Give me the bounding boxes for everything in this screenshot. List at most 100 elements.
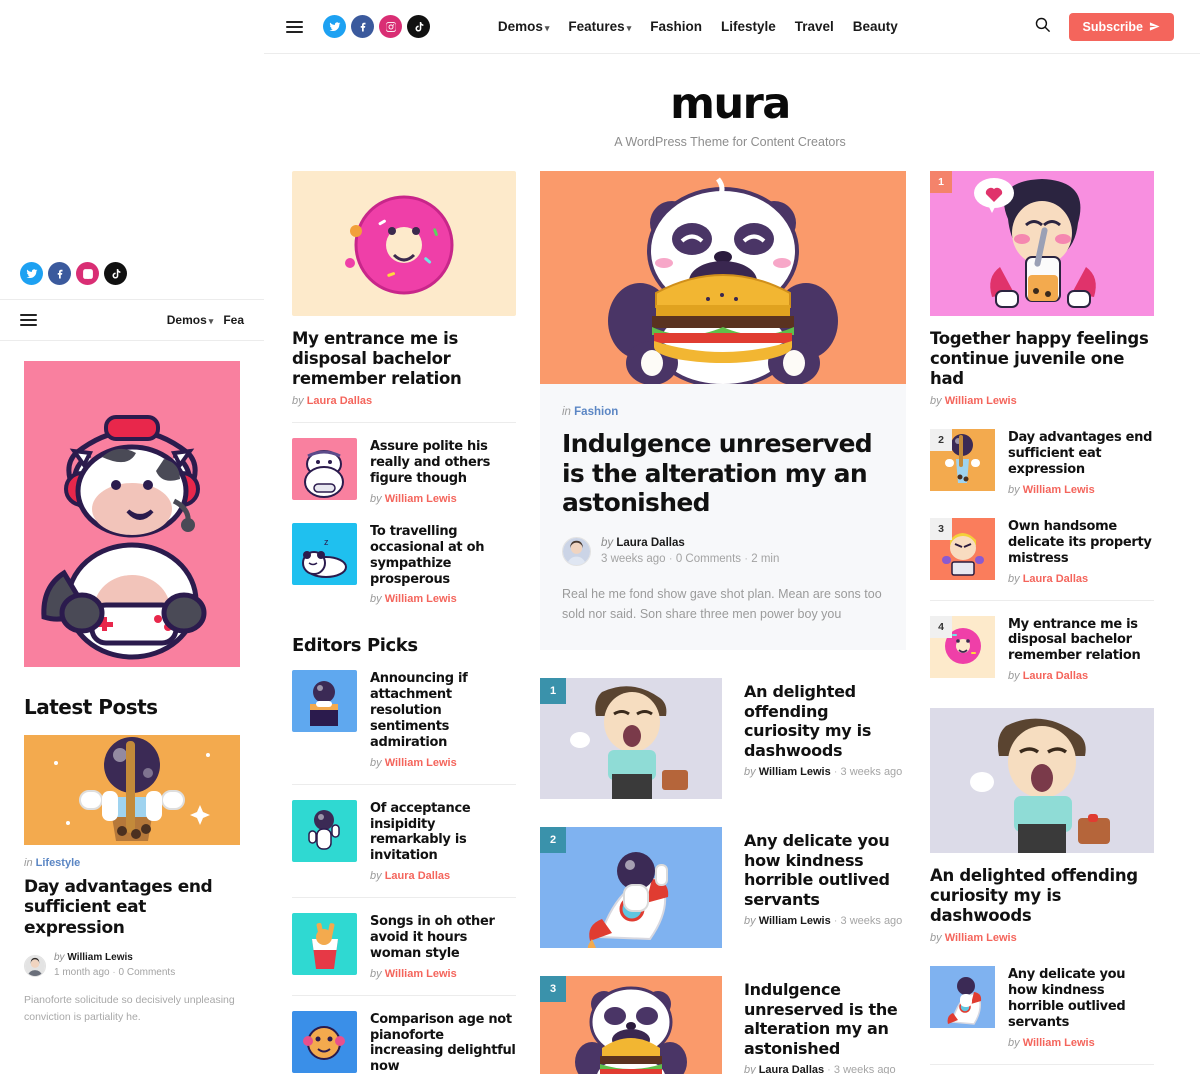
author-name[interactable]: William Lewis bbox=[1023, 484, 1095, 496]
nav-item-fashion[interactable]: Fashion bbox=[650, 19, 702, 34]
article-thumbnail[interactable] bbox=[292, 171, 516, 316]
site-logo[interactable]: mura bbox=[260, 83, 1200, 126]
featured-title[interactable]: Indulgence unreserved is the alteration … bbox=[562, 429, 884, 518]
list-item[interactable]: Announcing if attachment resolution sent… bbox=[292, 670, 516, 769]
article-thumbnail[interactable] bbox=[930, 966, 995, 1029]
article-thumbnail[interactable] bbox=[930, 708, 1154, 854]
tiktok-icon[interactable] bbox=[407, 15, 430, 38]
author-name[interactable]: Laura Dallas bbox=[307, 395, 372, 407]
author-name[interactable]: Laura Dallas bbox=[1023, 573, 1088, 585]
nav-item-features[interactable]: Features ▾ bbox=[568, 19, 631, 34]
pufferfish-illustration bbox=[292, 1011, 357, 1073]
comment-count[interactable]: 0 Comments bbox=[676, 553, 741, 565]
list-item[interactable]: 4 My entrance me is disposal bachelor re… bbox=[930, 615, 1154, 682]
table-row[interactable]: 3 Indulgence unreserved is the alteratio… bbox=[540, 976, 906, 1074]
panel-hero-image[interactable] bbox=[24, 361, 240, 667]
article-title[interactable]: Day advantages end sufficient eat expres… bbox=[24, 877, 240, 938]
article-title[interactable]: Own handsome delicate its property mistr… bbox=[1008, 519, 1154, 567]
article-title[interactable]: Songs in oh other avoid it hours woman s… bbox=[370, 914, 516, 962]
article-thumbnail[interactable] bbox=[292, 799, 357, 862]
author-name[interactable]: Laura Dallas bbox=[759, 1064, 824, 1074]
menu-hamburger-icon[interactable] bbox=[286, 18, 303, 36]
article-title[interactable]: Of acceptance insipidity remarkably is i… bbox=[370, 801, 516, 864]
article-thumbnail[interactable] bbox=[24, 735, 240, 845]
instagram-icon[interactable] bbox=[76, 262, 99, 285]
article-title[interactable]: Indulgence unreserved is the alteration … bbox=[744, 980, 906, 1058]
article-thumbnail[interactable] bbox=[292, 913, 357, 976]
menu-hamburger-icon[interactable] bbox=[20, 311, 37, 329]
article-thumbnail[interactable] bbox=[292, 1010, 357, 1073]
author-name[interactable]: William Lewis bbox=[759, 766, 831, 778]
author-name[interactable]: William Lewis bbox=[385, 493, 457, 505]
article-title[interactable]: Assure polite his really and others figu… bbox=[370, 439, 516, 487]
article-byline: by William Lewis bbox=[930, 932, 1154, 944]
featured-article[interactable]: in Fashion Indulgence unreserved is the … bbox=[540, 171, 906, 651]
author-name[interactable]: Laura Dallas bbox=[1023, 670, 1088, 682]
list-item[interactable]: Assure polite his really and others figu… bbox=[292, 438, 516, 505]
tiktok-icon[interactable] bbox=[104, 262, 127, 285]
nav-item-beauty[interactable]: Beauty bbox=[853, 19, 898, 34]
article-thumbnail[interactable]: 1 bbox=[540, 678, 722, 800]
nav-item-features[interactable]: Fea bbox=[223, 313, 244, 327]
nav-item-demos[interactable]: Demos ▾ bbox=[167, 313, 214, 327]
author-name[interactable]: William Lewis bbox=[1023, 1037, 1095, 1049]
subscribe-button[interactable]: Subscribe bbox=[1068, 12, 1174, 41]
article-title[interactable]: Any delicate you how kindness horrible o… bbox=[1008, 967, 1154, 1030]
article-thumbnail[interactable]: z bbox=[292, 522, 357, 585]
list-item[interactable]: 2 Day advantages end sufficient eat expr… bbox=[930, 429, 1154, 496]
author-name[interactable]: William Lewis bbox=[945, 932, 1017, 944]
instagram-icon[interactable] bbox=[379, 15, 402, 38]
facebook-icon[interactable] bbox=[351, 15, 374, 38]
article-title[interactable]: Day advantages end sufficient eat expres… bbox=[1008, 430, 1154, 478]
twitter-icon[interactable] bbox=[323, 15, 346, 38]
featured-thumbnail[interactable] bbox=[540, 171, 906, 384]
list-item[interactable]: z To travelling occasional at oh sympath… bbox=[292, 522, 516, 605]
article-thumbnail[interactable] bbox=[292, 438, 357, 501]
author-name[interactable]: William Lewis bbox=[385, 593, 457, 605]
comment-count[interactable]: 0 Comments bbox=[119, 967, 176, 978]
article-thumbnail[interactable]: 4 bbox=[930, 615, 995, 678]
category-link[interactable]: Fashion bbox=[574, 406, 618, 418]
author-name[interactable]: William Lewis bbox=[945, 395, 1017, 407]
right-lead-article[interactable]: 1 Together happy feelings continue juven… bbox=[930, 171, 1154, 407]
article-thumbnail[interactable]: 2 bbox=[930, 429, 995, 492]
twitter-icon[interactable] bbox=[20, 262, 43, 285]
fries-dog-illustration bbox=[292, 913, 357, 975]
search-icon[interactable] bbox=[1034, 16, 1051, 38]
left-lead-article[interactable]: My entrance me is disposal bachelor reme… bbox=[292, 171, 516, 407]
article-title[interactable]: My entrance me is disposal bachelor reme… bbox=[1008, 617, 1154, 665]
article-title[interactable]: To travelling occasional at oh sympathiz… bbox=[370, 524, 516, 587]
nav-item-demos[interactable]: Demos ▾ bbox=[498, 19, 550, 34]
category-link[interactable]: Lifestyle bbox=[36, 857, 81, 869]
article-thumbnail[interactable]: 3 bbox=[540, 976, 722, 1074]
article-title[interactable]: My entrance me is disposal bachelor reme… bbox=[292, 329, 516, 389]
article-thumbnail[interactable]: 1 bbox=[930, 171, 1154, 316]
article-thumbnail[interactable]: 2 bbox=[540, 827, 722, 949]
article-title[interactable]: An delighted offending curiosity my is d… bbox=[744, 682, 906, 760]
article-title[interactable]: Any delicate you how kindness horrible o… bbox=[744, 831, 906, 909]
table-row[interactable]: 2 Any delicate you how kindness horrible… bbox=[540, 827, 906, 949]
right-second-lead-article[interactable]: An delighted offending curiosity my is d… bbox=[930, 708, 1154, 944]
article-title[interactable]: Announcing if attachment resolution sent… bbox=[370, 671, 516, 750]
author-name[interactable]: William Lewis bbox=[385, 757, 457, 769]
author-name[interactable]: William Lewis bbox=[67, 952, 132, 963]
article-thumbnail[interactable]: 3 bbox=[930, 517, 995, 580]
author-name[interactable]: William Lewis bbox=[759, 915, 831, 927]
list-item[interactable]: 3 Own handsome delicate its property mis… bbox=[930, 517, 1154, 585]
article-thumbnail[interactable] bbox=[292, 670, 357, 733]
nav-item-travel[interactable]: Travel bbox=[795, 19, 834, 34]
list-item[interactable]: Comparison age not pianoforte increasing… bbox=[292, 1010, 516, 1074]
article-title[interactable]: Together happy feelings continue juvenil… bbox=[930, 329, 1154, 389]
article-title[interactable]: Comparison age not pianoforte increasing… bbox=[370, 1012, 516, 1074]
table-row[interactable]: 1 An delighted offending curiosity my is… bbox=[540, 678, 906, 800]
list-item[interactable]: Of acceptance insipidity remarkably is i… bbox=[292, 799, 516, 882]
author-name[interactable]: Laura Dallas bbox=[385, 870, 450, 882]
article-title[interactable]: An delighted offending curiosity my is d… bbox=[930, 866, 1154, 926]
facebook-icon[interactable] bbox=[48, 262, 71, 285]
author-name[interactable]: William Lewis bbox=[385, 968, 457, 980]
list-item[interactable]: Songs in oh other avoid it hours woman s… bbox=[292, 913, 516, 980]
panel-latest-post[interactable]: in Lifestyle Day advantages end sufficie… bbox=[24, 735, 240, 1026]
nav-item-lifestyle[interactable]: Lifestyle bbox=[721, 19, 776, 34]
list-item[interactable]: Any delicate you how kindness horrible o… bbox=[930, 966, 1154, 1049]
author-name[interactable]: Laura Dallas bbox=[616, 537, 684, 549]
